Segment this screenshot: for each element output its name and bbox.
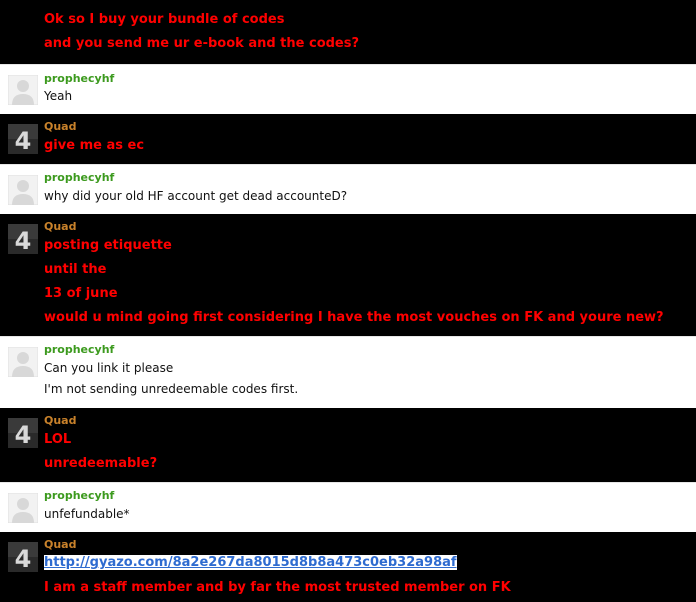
quad-avatar-icon: 4 <box>8 124 38 154</box>
message-quad: 4 Quad posting etiquette until the 13 of… <box>0 214 696 336</box>
message-line: why did your old HF account get dead acc… <box>44 189 348 203</box>
message-line: Can you link it please <box>44 361 174 375</box>
default-avatar-icon <box>8 75 38 105</box>
message-line: unredeemable? <box>44 456 158 471</box>
author-name[interactable]: Quad <box>44 220 76 233</box>
message-quad: 4 Quad give me as ec <box>0 114 696 164</box>
message-line: give me as ec <box>44 138 145 153</box>
message-line: I am a staff member and by far the most … <box>44 580 511 595</box>
author-name[interactable]: Quad <box>44 538 76 551</box>
author-name[interactable]: prophecyhf <box>44 343 114 356</box>
gyazo-link[interactable]: http://gyazo.com/8a2e267da8015d8b8a473c0… <box>44 555 457 570</box>
default-avatar-icon <box>8 347 38 377</box>
quad-avatar-icon: 4 <box>8 542 38 572</box>
svg-text:4: 4 <box>15 421 32 448</box>
message-quad: Ok so I buy your bundle of codes and you… <box>0 0 696 64</box>
message-line: posting etiquette <box>44 238 172 253</box>
message-line: Ok so I buy your bundle of codes <box>44 12 285 27</box>
message-prophecyhf: prophecyhf Can you link it please I'm no… <box>0 336 696 408</box>
message-line: Yeah <box>44 89 73 103</box>
message-line: 13 of june <box>44 286 118 301</box>
default-avatar-icon <box>8 493 38 523</box>
quad-avatar-icon: 4 <box>8 418 38 448</box>
svg-text:4: 4 <box>15 227 32 254</box>
default-avatar-icon <box>8 175 38 205</box>
message-prophecyhf: prophecyhf why did your old HF account g… <box>0 164 696 214</box>
message-line: http://gyazo.com/8a2e267da8015d8b8a473c0… <box>44 555 457 570</box>
svg-text:4: 4 <box>15 127 32 154</box>
message-line: would u mind going first considering I h… <box>44 310 664 325</box>
message-quad: 4 Quad http://gyazo.com/8a2e267da8015d8b… <box>0 532 696 602</box>
author-name[interactable]: Quad <box>44 120 76 133</box>
message-line: until the <box>44 262 107 277</box>
message-prophecyhf: prophecyhf unfefundable* <box>0 482 696 532</box>
message-prophecyhf: prophecyhf Yeah <box>0 64 696 114</box>
author-name[interactable]: Quad <box>44 414 76 427</box>
author-name[interactable]: prophecyhf <box>44 489 114 502</box>
message-line: unfefundable* <box>44 507 130 521</box>
author-name[interactable]: prophecyhf <box>44 171 114 184</box>
quad-avatar-icon: 4 <box>8 224 38 254</box>
chat-log: Ok so I buy your bundle of codes and you… <box>0 0 696 602</box>
message-quad: 4 Quad LOL unredeemable? <box>0 408 696 482</box>
author-name[interactable]: prophecyhf <box>44 72 114 85</box>
message-line: and you send me ur e-book and the codes? <box>44 36 360 51</box>
message-line: I'm not sending unredeemable codes first… <box>44 382 299 396</box>
message-line: LOL <box>44 432 72 447</box>
svg-text:4: 4 <box>15 545 32 572</box>
